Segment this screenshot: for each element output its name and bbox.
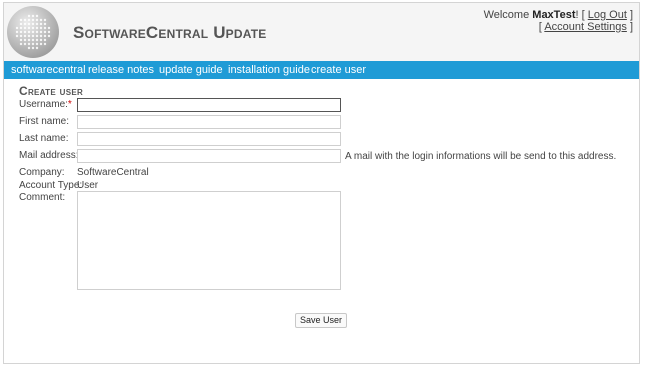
app-title: SoftwareCentral Update <box>73 23 267 42</box>
header: SoftwareCentral Update Welcome MaxTest! … <box>4 3 639 61</box>
account-type-value: User <box>77 180 99 191</box>
logo-dot-grid <box>15 14 51 50</box>
nav-item-update-guide[interactable]: update guide <box>159 64 223 76</box>
bracket-close: ] <box>629 21 633 33</box>
lastname-label: Last name: <box>19 133 69 144</box>
nav-item-create-user[interactable]: create user <box>311 64 366 76</box>
grid-logo-icon <box>7 6 59 58</box>
page-title: Create user <box>19 84 84 98</box>
page-frame: SoftwareCentral Update Welcome MaxTest! … <box>3 2 640 364</box>
mail-input[interactable] <box>77 149 341 163</box>
bracket-close: ] <box>629 9 633 21</box>
nav-item-installation-guide[interactable]: installation guide <box>228 64 310 76</box>
firstname-input[interactable] <box>77 115 341 129</box>
welcome-text: Welcome <box>483 9 530 21</box>
account-settings-link[interactable]: Account Settings <box>544 21 627 33</box>
account-type-label: Account Type: <box>19 180 83 191</box>
logout-link[interactable]: Log Out <box>588 9 627 21</box>
lastname-input[interactable] <box>77 132 341 146</box>
comment-label: Comment: <box>19 192 66 203</box>
required-marker: * <box>67 99 72 110</box>
bracket-open: [ <box>538 21 542 33</box>
user-box: Welcome MaxTest! [ Log Out ] [ Account S… <box>484 9 633 33</box>
mail-hint: A mail with the login informations will … <box>345 151 617 162</box>
mail-label: Mail address:* <box>19 150 82 161</box>
firstname-label: First name: <box>19 116 70 127</box>
save-user-button[interactable]: Save User <box>295 313 347 328</box>
comment-textarea[interactable] <box>77 191 341 290</box>
nav-item-release-notes[interactable]: release notes <box>88 64 154 76</box>
username-input[interactable] <box>77 98 341 112</box>
username-label: Username:* <box>19 99 72 110</box>
welcome-line: Welcome MaxTest! [ Log Out ] <box>484 9 633 21</box>
main-nav: softwarecentral release notes update gui… <box>4 61 639 79</box>
account-settings-line: [ Account Settings ] <box>484 21 633 33</box>
username-display: MaxTest <box>532 9 576 21</box>
bracket-open: [ <box>581 9 585 21</box>
company-value: SoftwareCentral <box>77 167 149 178</box>
welcome-exclaim: ! <box>575 9 579 21</box>
nav-item-softwarecentral[interactable]: softwarecentral <box>11 64 86 76</box>
company-label: Company: <box>19 167 65 178</box>
